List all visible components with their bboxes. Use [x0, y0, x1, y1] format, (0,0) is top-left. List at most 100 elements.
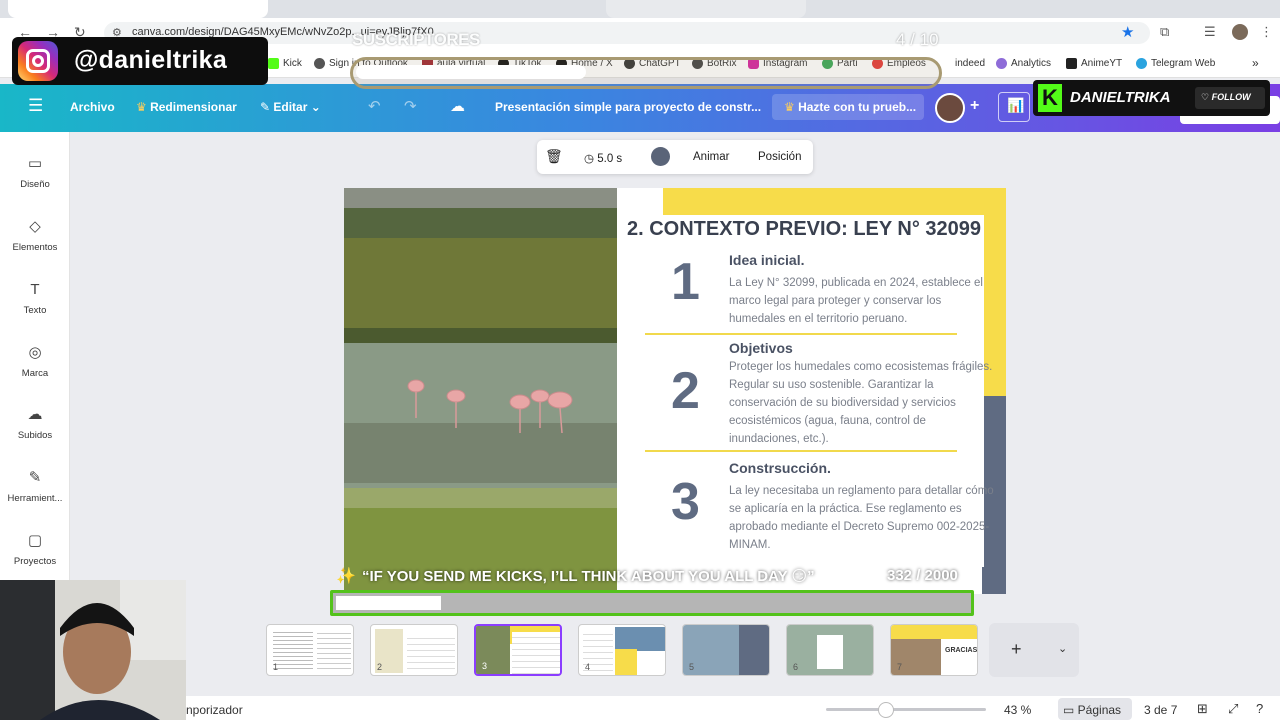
subs-goal-fill — [356, 65, 586, 79]
extensions-icon[interactable]: ⧉ — [1160, 24, 1169, 40]
subs-goal-label: SUSCRIPTORES — [352, 30, 480, 49]
item-text[interactable]: La Ley N° 32099, publicada en 2024, esta… — [729, 274, 997, 328]
crown-icon: ♛ — [784, 100, 799, 114]
instagram-handle: @danieltrika — [74, 46, 228, 74]
upload-icon: ☁ — [27, 406, 43, 423]
duration-button[interactable]: ◷ 5.0 s — [584, 151, 622, 165]
item-text[interactable]: Proteger los humedales como ecosistemas … — [729, 358, 997, 448]
page-number: 3 — [482, 661, 488, 671]
slide-canvas[interactable]: 2. CONTEXTO PREVIO: LEY N° 32099 1 Idea … — [344, 188, 1006, 594]
timer-button[interactable]: nporizador — [186, 703, 243, 717]
pen-icon: ✎ — [28, 469, 42, 486]
profile-avatar[interactable] — [1232, 24, 1248, 40]
grid-view-icon[interactable]: ⊞ — [1197, 701, 1208, 717]
page-number: 1 — [273, 662, 279, 672]
help-icon[interactable]: ? — [1256, 701, 1263, 716]
hamburger-menu-icon[interactable]: ☰ — [28, 96, 43, 116]
bookmarks-overflow-icon[interactable]: » — [1252, 56, 1259, 70]
chevron-down-icon[interactable]: ⌄ — [1058, 642, 1067, 655]
flamingo-wetland-photo — [344, 188, 617, 594]
bar-chart-icon: 📊 — [1007, 97, 1025, 113]
sidebar-item-brand[interactable]: ◎ Marca — [0, 344, 70, 379]
browser-tab[interactable] — [606, 0, 806, 18]
follow-label: ♡ FOLLOW — [1201, 92, 1251, 102]
thumbnail-title: GRACIAS — [945, 647, 978, 654]
webcam-feed — [0, 580, 186, 720]
heart-icon: ♡ — [1201, 92, 1212, 102]
bookmark-analytics[interactable]: Analytics — [996, 58, 1051, 69]
media-icon[interactable]: ☰ — [1204, 24, 1216, 40]
page-thumbnail[interactable]: 4 — [578, 624, 666, 676]
bookmark-telegram[interactable]: Telegram Web — [1136, 58, 1215, 69]
kick-logo-icon: K — [1038, 84, 1062, 112]
kicks-goal-text: “IF YOU SEND ME KICKS, I’LL THINK ABOUT … — [362, 568, 815, 585]
crown-icon: ♛ — [136, 100, 151, 114]
page-thumbnail[interactable]: GRACIAS 7 — [890, 624, 978, 676]
page-number: 4 — [585, 662, 591, 672]
page-number: 6 — [793, 662, 799, 672]
page-thumbnail[interactable]: 6 — [786, 624, 874, 676]
bookmark-star-icon[interactable]: ★ — [1121, 23, 1134, 41]
brand-icon: ◎ — [28, 344, 42, 361]
browser-tab-strip — [0, 0, 1280, 18]
page-thumbnail-active[interactable]: 3 — [474, 624, 562, 676]
pages-icon: ▭ — [1063, 703, 1078, 717]
page-thumbnail[interactable]: 1 — [266, 624, 354, 676]
plus-icon: + — [1011, 639, 1022, 659]
browser-tab[interactable] — [8, 0, 268, 18]
page-thumbnail[interactable]: 2 — [370, 624, 458, 676]
user-avatar[interactable] — [935, 93, 965, 123]
sparkle-icon: ✨ — [336, 568, 356, 585]
edit-menu[interactable]: ✎ Editar ⌄ — [260, 100, 321, 114]
item-text[interactable]: La ley necesitaba un reglamento para det… — [729, 482, 997, 554]
item-heading[interactable]: Objetivos — [729, 340, 793, 356]
layout-icon: ▭ — [27, 155, 43, 172]
fullscreen-icon[interactable]: ⤢ — [1228, 701, 1238, 717]
color-swatch[interactable] — [651, 147, 670, 166]
folder-icon: ▢ — [27, 532, 43, 549]
zoom-slider[interactable] — [826, 708, 986, 711]
clock-icon: ◷ — [584, 153, 598, 165]
bookmark-animeyt[interactable]: AnimeYT — [1066, 58, 1122, 69]
sidebar-item-tools[interactable]: ✎ Herramient... — [0, 469, 70, 504]
slide-title[interactable]: 2. CONTEXTO PREVIO: LEY N° 32099 — [627, 218, 981, 241]
add-collaborator-icon[interactable]: + — [970, 97, 979, 115]
position-button[interactable]: Posición — [758, 151, 801, 163]
divider — [645, 333, 957, 335]
kicks-goal-count: 332 / 2000 — [887, 567, 958, 584]
cloud-save-icon[interactable]: ☁ — [450, 97, 465, 115]
file-menu[interactable]: Archivo — [70, 100, 115, 114]
streamer-webcam-image — [0, 580, 186, 720]
sidebar-item-text[interactable]: T Texto — [0, 281, 70, 316]
shapes-icon: ◇ — [29, 218, 41, 235]
sidebar-item-projects[interactable]: ▢ Proyectos — [0, 532, 70, 567]
trial-label: ♛ Hazte con tu prueb... — [784, 100, 917, 114]
item-number: 1 — [671, 253, 700, 311]
bookmark-indeed[interactable]: indeed — [940, 58, 985, 69]
kicks-goal-fill — [336, 596, 441, 610]
kick-channel-name: DANIELTRIKA — [1070, 89, 1171, 106]
page-number: 2 — [377, 662, 383, 672]
page-count: 3 de 7 — [1144, 703, 1178, 717]
pages-label: ▭ Páginas — [1063, 703, 1122, 717]
sidebar-item-design[interactable]: ▭ Diseño — [0, 155, 70, 190]
page-number: 5 — [689, 662, 695, 672]
zoom-level[interactable]: 43 % — [1004, 703, 1031, 717]
sidebar-item-uploads[interactable]: ☁ Subidos — [0, 406, 70, 441]
undo-icon[interactable]: ↶ — [368, 97, 381, 115]
item-heading[interactable]: Constrsucción. — [729, 460, 831, 476]
bookmark-kick[interactable]: Kick — [268, 58, 302, 69]
document-title[interactable]: Presentación simple para proyecto de con… — [495, 100, 761, 114]
delete-icon[interactable]: 🗑 — [545, 148, 563, 165]
sidebar-item-elements[interactable]: ◇ Elementos — [0, 218, 70, 253]
subs-goal-count: 4 / 10 — [896, 30, 939, 49]
resize-button[interactable]: ♛ Redimensionar — [136, 100, 237, 114]
item-heading[interactable]: Idea inicial. — [729, 252, 804, 268]
page-thumbnail[interactable]: 5 — [682, 624, 770, 676]
more-menu-icon[interactable]: ⋮ — [1260, 24, 1273, 40]
pencil-icon: ✎ — [260, 100, 274, 114]
animate-button[interactable]: Animar — [693, 151, 729, 163]
zoom-slider-handle[interactable] — [878, 702, 894, 718]
instagram-icon — [18, 41, 58, 81]
redo-icon[interactable]: ↷ — [404, 97, 417, 115]
